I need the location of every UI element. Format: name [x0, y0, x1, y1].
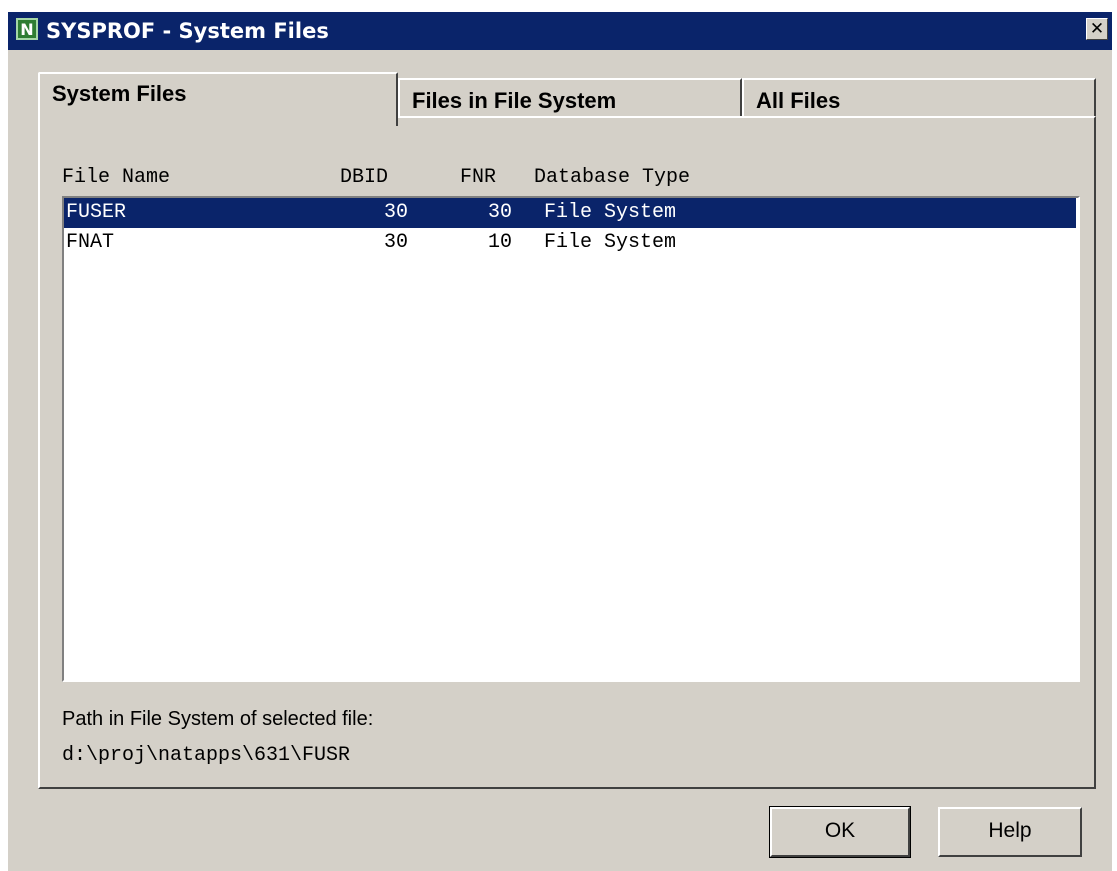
- ok-button[interactable]: OK: [769, 806, 911, 858]
- tab-system-files[interactable]: System Files: [38, 72, 398, 126]
- database-type-cell: File System: [544, 201, 677, 224]
- list-item[interactable]: FUSER 30 30 File System: [64, 198, 1076, 228]
- natural-app-icon: N: [16, 18, 38, 40]
- tab-label: Files in File System: [412, 88, 617, 113]
- file-name-cell: FNAT: [66, 231, 115, 254]
- dialog-window: N SYSPROF - System Files ✕ System Files …: [6, 10, 1112, 871]
- title-bar[interactable]: N SYSPROF - System Files ✕: [8, 12, 1112, 50]
- column-header-database-type[interactable]: Database Type: [534, 166, 690, 189]
- path-value: d:\proj\natapps\631\FUSR: [62, 744, 351, 767]
- list-item[interactable]: FNAT 30 10 File System: [64, 228, 1076, 258]
- dbid-cell: 30: [383, 231, 408, 254]
- close-icon: ✕: [1089, 19, 1105, 39]
- help-button[interactable]: Help: [938, 807, 1082, 857]
- column-header-file-name[interactable]: File Name: [62, 166, 170, 189]
- file-name-cell: FUSER: [66, 201, 127, 224]
- column-header-dbid[interactable]: DBID: [340, 166, 388, 189]
- window-title: SYSPROF - System Files: [46, 19, 329, 43]
- system-files-list[interactable]: FUSER 30 30 File System FNAT 30 10 File …: [62, 196, 1080, 682]
- tab-label: All Files: [756, 88, 841, 113]
- tab-panel: File Name DBID FNR Database Type FUSER 3…: [38, 116, 1096, 789]
- dbid-cell: 30: [383, 201, 408, 224]
- close-button[interactable]: ✕: [1086, 18, 1108, 40]
- path-label: Path in File System of selected file:: [62, 708, 374, 730]
- database-type-cell: File System: [544, 231, 677, 254]
- fnr-cell: 30: [487, 201, 512, 224]
- tab-label: System Files: [52, 81, 187, 106]
- fnr-cell: 10: [487, 231, 512, 254]
- column-header-fnr[interactable]: FNR: [460, 166, 496, 189]
